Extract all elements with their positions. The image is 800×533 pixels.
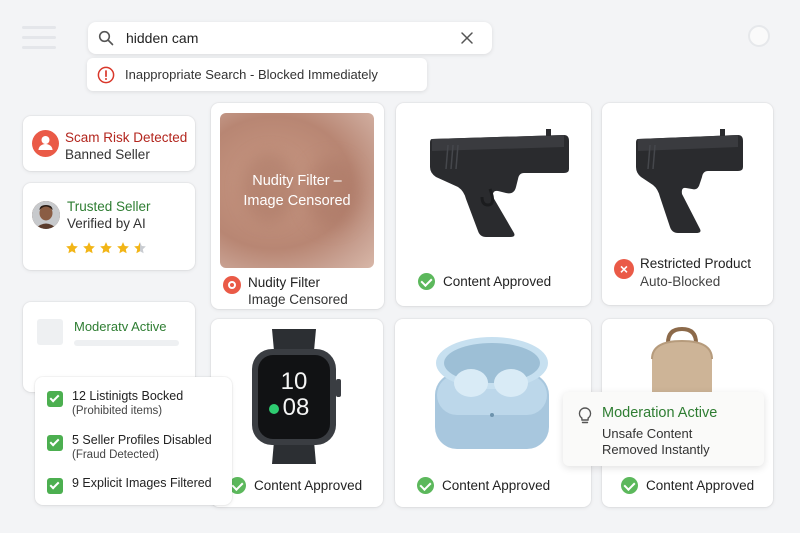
checkmark-icon bbox=[49, 436, 60, 447]
approved-text: Content Approved bbox=[646, 478, 755, 493]
product-card-nudity[interactable]: Nudity Filter – Image Censored Nudity Fi… bbox=[211, 103, 384, 309]
check-circle-icon bbox=[417, 477, 434, 494]
earbuds-case-image bbox=[435, 337, 549, 449]
menu-icon[interactable] bbox=[22, 26, 56, 50]
approved-status: Content Approved bbox=[417, 477, 550, 494]
checkmark-icon bbox=[49, 392, 60, 403]
moderation-active-line2: Removed Instantly bbox=[602, 442, 710, 457]
censored-image: Nudity Filter – Image Censored bbox=[220, 113, 374, 268]
placeholder-bar bbox=[74, 340, 179, 346]
stat-title: 5 Seller Profiles Disabled bbox=[72, 433, 212, 447]
placeholder-thumb bbox=[37, 319, 63, 345]
pistol-image bbox=[636, 129, 743, 233]
moderation-active-title: Moderation Active bbox=[602, 405, 718, 421]
scam-title: Scam Risk Detected bbox=[65, 130, 188, 145]
star-icon bbox=[83, 242, 95, 254]
restricted-line1: Restricted Product bbox=[640, 256, 752, 271]
moderation-active-desc: Unsafe Content Removed Instantly bbox=[602, 426, 710, 458]
trusted-title: Trusted Seller bbox=[67, 199, 151, 214]
profile-circle-icon[interactable] bbox=[748, 25, 770, 47]
check-circle-icon bbox=[621, 477, 638, 494]
checkmark-icon bbox=[49, 479, 60, 490]
scam-subtitle: Banned Seller bbox=[65, 147, 150, 162]
censored-overlay-text: Nudity Filter – Image Censored bbox=[243, 173, 351, 209]
stat-title: 9 Explicit Images Filtered bbox=[72, 476, 212, 490]
search-icon bbox=[98, 30, 114, 46]
stat-subtitle: (Fraud Detected) bbox=[72, 449, 159, 461]
trusted-seller-card[interactable]: Trusted Seller Verified by AI bbox=[23, 183, 195, 270]
pistol-image bbox=[430, 129, 569, 237]
scam-seller-card[interactable]: Scam Risk Detected Banned Seller bbox=[23, 116, 195, 171]
product-card-restricted[interactable]: × Restricted Product Auto-Blocked bbox=[602, 103, 773, 305]
backpack-image bbox=[651, 326, 713, 395]
alert-rest-text: - Blocked Immediately bbox=[246, 67, 378, 82]
approved-status: Content Approved bbox=[418, 273, 551, 290]
star-icon bbox=[66, 242, 78, 254]
approved-text: Content Approved bbox=[254, 478, 363, 493]
product-card-pistol[interactable]: Content Approved bbox=[396, 103, 591, 306]
approved-text: Content Approved bbox=[443, 274, 552, 289]
moderation-active-line1: Unsafe Content bbox=[602, 426, 693, 441]
seller-avatar bbox=[32, 201, 60, 229]
clear-search-icon[interactable] bbox=[460, 31, 474, 45]
nudity-label-line2: Image Censored bbox=[248, 292, 348, 307]
checkbox-checked-icon bbox=[47, 391, 63, 407]
search-blocked-alert: Inappropriate Search - Blocked Immediate… bbox=[87, 58, 427, 91]
x-circle-icon: × bbox=[614, 259, 634, 279]
trusted-subtitle: Verified by AI bbox=[67, 216, 146, 231]
search-input[interactable] bbox=[126, 26, 456, 50]
filter-block-icon bbox=[223, 276, 241, 294]
alert-strong-text: Inappropriate Search bbox=[125, 67, 247, 82]
star-icon bbox=[100, 242, 112, 254]
moderation-active-card: Moderation Active Unsafe Content Removed… bbox=[563, 392, 764, 466]
moderation-stats-panel: 12 Listinigts Bocked (Prohibited items) … bbox=[35, 377, 232, 505]
nudity-label-line1: Nudity Filter bbox=[248, 275, 321, 290]
user-warning-icon bbox=[32, 130, 59, 157]
approved-status: Content Approved bbox=[229, 477, 362, 494]
restricted-line2: Auto-Blocked bbox=[640, 274, 721, 289]
search-bar bbox=[88, 22, 492, 54]
star-icon bbox=[117, 242, 129, 254]
smartwatch-image: 10 08 bbox=[252, 329, 341, 464]
half-star-icon bbox=[134, 242, 146, 254]
info-alert-icon bbox=[97, 66, 115, 83]
stat-subtitle: (Prohibited items) bbox=[72, 405, 163, 417]
approved-text: Content Approved bbox=[442, 478, 551, 493]
watch-minute: 08 bbox=[283, 394, 310, 421]
check-circle-icon bbox=[418, 273, 435, 290]
checkbox-checked-icon bbox=[47, 478, 63, 494]
approved-status: Content Approved bbox=[621, 477, 754, 494]
product-card-watch[interactable]: 10 08 Content Approved bbox=[211, 319, 383, 507]
stat-title: 12 Listinigts Bocked bbox=[72, 389, 184, 403]
product-card-earbuds[interactable]: Content Approved bbox=[395, 319, 591, 507]
watch-hour: 10 bbox=[281, 368, 308, 395]
lightbulb-icon bbox=[578, 407, 592, 424]
moderation-faint-title: Moderatv Active bbox=[74, 319, 167, 334]
seller-rating bbox=[65, 241, 147, 255]
checkbox-checked-icon bbox=[47, 435, 63, 451]
